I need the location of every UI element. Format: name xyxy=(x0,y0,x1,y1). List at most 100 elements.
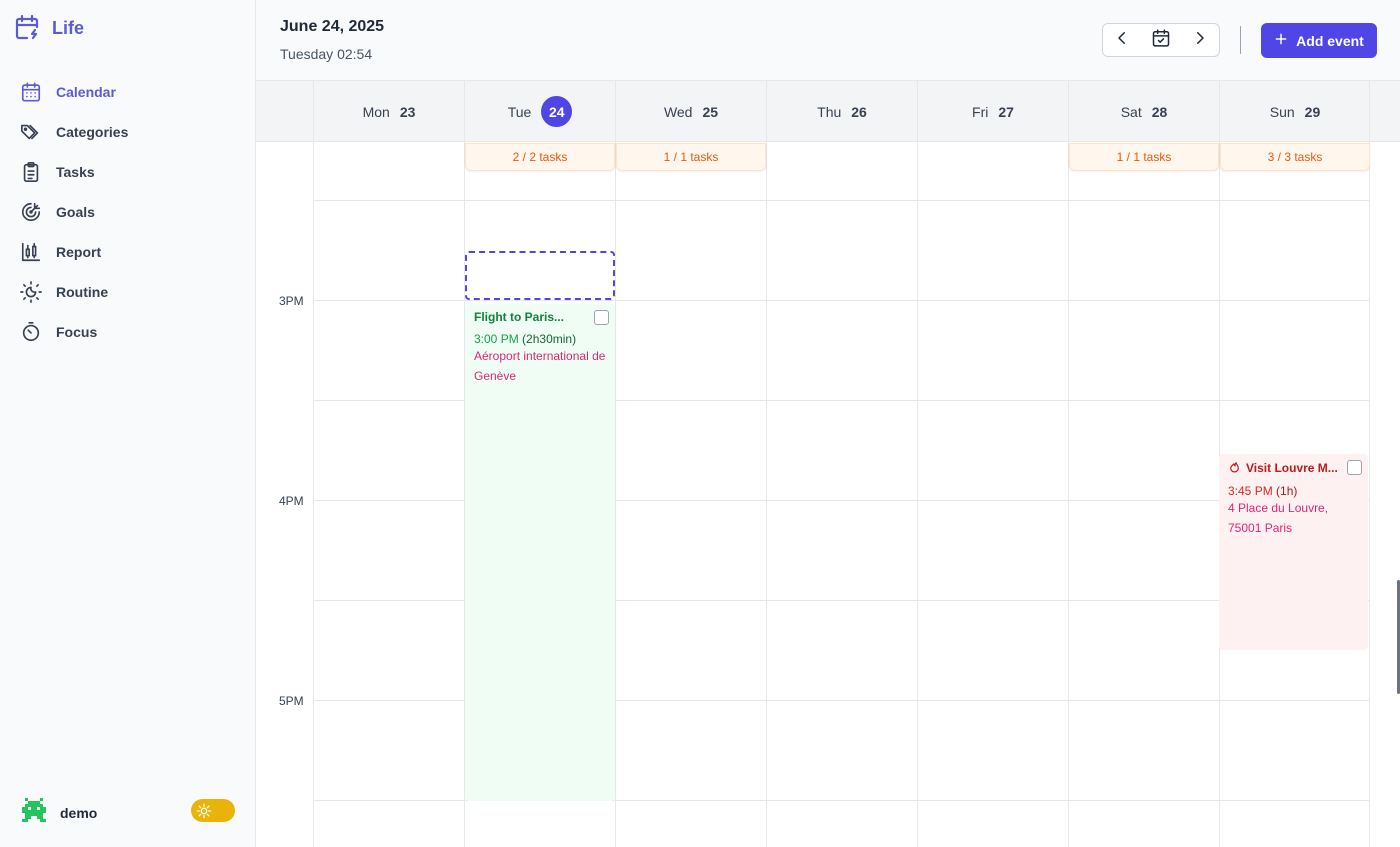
chevron-right-icon xyxy=(1191,29,1209,52)
add-event-label: Add event xyxy=(1296,32,1364,49)
day-header-mon[interactable]: Mon 23 xyxy=(313,81,464,142)
sidebar-item-label: Focus xyxy=(56,324,98,340)
date-navigation xyxy=(1102,23,1220,57)
next-week-button[interactable] xyxy=(1180,24,1219,56)
event-start-time: 3:45 PM xyxy=(1228,484,1273,498)
event-title-row: Visit Louvre M... xyxy=(1228,460,1340,476)
sidebar-item-goals[interactable]: Goals xyxy=(18,192,238,232)
grid-line xyxy=(1068,142,1069,847)
sidebar-item-label: Report xyxy=(56,244,102,260)
grid-line xyxy=(313,142,314,847)
day-header-row: Mon 23 Tue 24 Wed 25 Thu 26 Fri 27 Sat 2… xyxy=(256,81,1400,142)
grid-line xyxy=(1369,142,1370,847)
user-profile[interactable]: demo xyxy=(22,798,97,827)
sidebar-item-label: Categories xyxy=(56,124,129,140)
sidebar: Life Calendar Categories Tasks Goals Rep… xyxy=(0,0,256,847)
target-icon xyxy=(18,199,44,225)
calendar-icon xyxy=(18,79,44,105)
sun-moon-icon xyxy=(18,279,44,305)
day-header-spacer xyxy=(1369,81,1400,142)
day-name: Fri xyxy=(972,103,989,120)
sidebar-item-label: Goals xyxy=(56,204,95,220)
task-badge-tue[interactable]: 2 / 2 tasks xyxy=(465,143,615,171)
sidebar-item-label: Calendar xyxy=(56,84,116,100)
plus-icon xyxy=(1274,32,1288,49)
event-location: 4 Place du Louvre, 75001 Paris xyxy=(1228,501,1329,535)
day-number: 28 xyxy=(1151,103,1168,120)
hour-label: 4PM xyxy=(279,494,304,508)
day-name: Sat xyxy=(1120,103,1142,120)
task-badge-sun[interactable]: 3 / 3 tasks xyxy=(1220,143,1370,171)
event-title: Flight to Paris... xyxy=(474,310,565,324)
brand[interactable]: Life xyxy=(14,14,84,42)
grid-line xyxy=(917,142,918,847)
sidebar-item-focus[interactable]: Focus xyxy=(18,312,238,352)
sidebar-item-categories[interactable]: Categories xyxy=(18,112,238,152)
day-name: Thu xyxy=(817,103,842,120)
day-header-wed[interactable]: Wed 25 xyxy=(615,81,766,142)
clipboard-icon xyxy=(18,159,44,185)
day-header-thu[interactable]: Thu 26 xyxy=(766,81,917,142)
event-duration: (1h) xyxy=(1276,484,1298,498)
page-title: June 24, 2025 xyxy=(280,18,385,35)
day-header-sat[interactable]: Sat 28 xyxy=(1068,81,1219,142)
day-header-sun[interactable]: Sun 29 xyxy=(1219,81,1370,142)
previous-week-button[interactable] xyxy=(1103,24,1142,56)
grid-line xyxy=(313,300,1370,301)
timer-icon xyxy=(18,319,44,345)
week-calendar: Mon 23 Tue 24 Wed 25 Thu 26 Fri 27 Sat 2… xyxy=(256,81,1400,847)
event-start-time: 3:00 PM xyxy=(474,332,519,346)
day-number-today: 24 xyxy=(541,96,573,127)
sun-icon xyxy=(194,801,213,820)
day-number: 26 xyxy=(851,103,867,120)
sidebar-item-routine[interactable]: Routine xyxy=(18,272,238,312)
task-badge-wed[interactable]: 1 / 1 tasks xyxy=(616,143,766,171)
time-grid[interactable]: 3PM 4PM 5PM 2 / 2 tasks 1 / 1 tasks 1 / … xyxy=(256,142,1400,847)
event-duration: (2h30min) xyxy=(522,332,577,346)
event-title: Visit Louvre M... xyxy=(1246,461,1338,475)
page-subtitle: Tuesday 02:54 xyxy=(280,46,373,62)
sidebar-item-report[interactable]: Report xyxy=(18,232,238,272)
tags-icon xyxy=(18,119,44,145)
grid-line xyxy=(766,142,767,847)
event-complete-checkbox[interactable] xyxy=(594,310,609,325)
sidebar-item-tasks[interactable]: Tasks xyxy=(18,152,238,192)
sidebar-nav: Calendar Categories Tasks Goals Report R… xyxy=(18,72,238,352)
calendar-check-icon xyxy=(1151,28,1171,53)
hour-label: 5PM xyxy=(279,694,304,708)
task-badge-sat[interactable]: 1 / 1 tasks xyxy=(1069,143,1219,171)
day-header-fri[interactable]: Fri 27 xyxy=(917,81,1068,142)
user-name: demo xyxy=(60,804,98,821)
brand-name: Life xyxy=(52,17,85,38)
grid-line xyxy=(313,200,1370,201)
header: June 24, 2025 Tuesday 02:54 Add event xyxy=(256,0,1400,81)
day-number: 23 xyxy=(399,103,416,120)
hour-label: 3PM xyxy=(279,294,304,308)
event-visit-louvre[interactable]: Visit Louvre M... 3:45 PM (1h) 4 Place d… xyxy=(1219,454,1368,650)
sidebar-item-label: Tasks xyxy=(56,164,95,180)
day-name: Tue xyxy=(507,103,532,120)
day-header-tue[interactable]: Tue 24 xyxy=(464,81,615,142)
day-name: Mon xyxy=(362,103,390,120)
event-location: Aéroport international de Genève xyxy=(474,349,606,383)
grid-line xyxy=(615,142,616,847)
event-time: 3:00 PM (2h30min) xyxy=(474,332,606,346)
calendar-bolt-icon xyxy=(14,14,42,42)
day-number: 25 xyxy=(702,103,719,120)
theme-toggle[interactable] xyxy=(191,799,235,822)
add-event-button[interactable]: Add event xyxy=(1261,23,1377,58)
day-name: Sun xyxy=(1269,103,1295,120)
event-complete-checkbox[interactable] xyxy=(1347,460,1362,475)
avatar xyxy=(22,798,46,827)
new-event-slot[interactable] xyxy=(465,251,615,300)
day-number: 27 xyxy=(998,103,1014,120)
day-number: 29 xyxy=(1304,103,1321,120)
sidebar-item-calendar[interactable]: Calendar xyxy=(18,72,238,112)
day-name: Wed xyxy=(663,103,693,120)
app: Life Calendar Categories Tasks Goals Rep… xyxy=(0,0,1400,847)
header-divider xyxy=(1240,26,1241,54)
today-button[interactable] xyxy=(1142,24,1181,56)
chevron-left-icon xyxy=(1113,29,1131,52)
flame-icon xyxy=(1228,460,1241,476)
event-flight-to-paris[interactable]: Flight to Paris... 3:00 PM (2h30min) Aér… xyxy=(465,304,615,801)
